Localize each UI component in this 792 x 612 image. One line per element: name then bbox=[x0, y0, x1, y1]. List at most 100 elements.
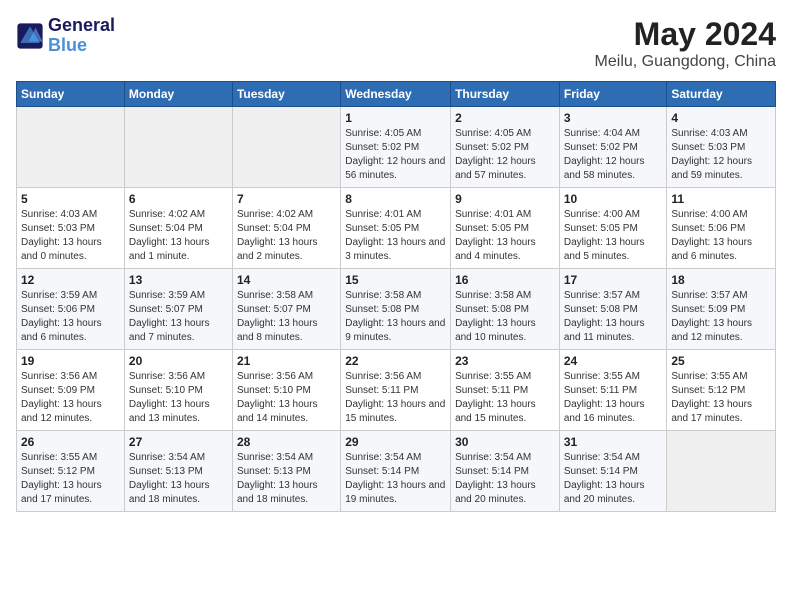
day-info: Sunrise: 3:55 AMSunset: 5:12 PMDaylight:… bbox=[21, 451, 120, 507]
day-info: Sunrise: 3:56 AMSunset: 5:09 PMDaylight:… bbox=[21, 370, 120, 426]
day-number: 14 bbox=[237, 273, 336, 287]
calendar-day-29: 29 Sunrise: 3:54 AMSunset: 5:14 PMDayligh… bbox=[341, 431, 451, 512]
calendar-day-22: 22 Sunrise: 3:56 AMSunset: 5:11 PMDayligh… bbox=[341, 350, 451, 431]
weekday-header-saturday: Saturday bbox=[667, 82, 776, 107]
calendar-day-24: 24 Sunrise: 3:55 AMSunset: 5:11 PMDayligh… bbox=[559, 350, 667, 431]
calendar-table: SundayMondayTuesdayWednesdayThursdayFrid… bbox=[16, 81, 776, 512]
day-info: Sunrise: 3:56 AMSunset: 5:10 PMDaylight:… bbox=[237, 370, 336, 426]
day-info: Sunrise: 3:54 AMSunset: 5:14 PMDaylight:… bbox=[345, 451, 446, 507]
day-number: 20 bbox=[129, 354, 228, 368]
weekday-header-wednesday: Wednesday bbox=[341, 82, 451, 107]
day-info: Sunrise: 3:55 AMSunset: 5:11 PMDaylight:… bbox=[455, 370, 555, 426]
calendar-day-18: 18 Sunrise: 3:57 AMSunset: 5:09 PMDayligh… bbox=[667, 269, 776, 350]
calendar-day-25: 25 Sunrise: 3:55 AMSunset: 5:12 PMDayligh… bbox=[667, 350, 776, 431]
weekday-header-friday: Friday bbox=[559, 82, 667, 107]
day-number: 19 bbox=[21, 354, 120, 368]
day-info: Sunrise: 3:57 AMSunset: 5:09 PMDaylight:… bbox=[671, 289, 771, 345]
weekday-header-sunday: Sunday bbox=[17, 82, 125, 107]
day-info: Sunrise: 3:56 AMSunset: 5:10 PMDaylight:… bbox=[129, 370, 228, 426]
calendar-day-5: 5Sunrise: 4:03 AMSunset: 5:03 PMDaylight… bbox=[17, 188, 125, 269]
day-info: Sunrise: 3:55 AMSunset: 5:11 PMDaylight:… bbox=[564, 370, 663, 426]
calendar-empty bbox=[232, 107, 340, 188]
calendar-day-3: 3 Sunrise: 4:04 AMSunset: 5:02 PMDaylight… bbox=[559, 107, 667, 188]
calendar-week-3: 12 Sunrise: 3:59 AMSunset: 5:06 PMDayligh… bbox=[17, 269, 776, 350]
calendar-day-9: 9 Sunrise: 4:01 AMSunset: 5:05 PMDaylight… bbox=[451, 188, 560, 269]
day-number: 24 bbox=[564, 354, 663, 368]
day-number: 18 bbox=[671, 273, 771, 287]
day-info: Sunrise: 4:01 AMSunset: 5:05 PMDaylight:… bbox=[455, 208, 555, 264]
day-number: 25 bbox=[671, 354, 771, 368]
logo: General Blue bbox=[16, 16, 115, 56]
day-info: Sunrise: 3:58 AMSunset: 5:08 PMDaylight:… bbox=[455, 289, 555, 345]
day-info: Sunrise: 4:00 AMSunset: 5:05 PMDaylight:… bbox=[564, 208, 663, 264]
day-number: 6 bbox=[129, 192, 228, 206]
calendar-day-1: 1Sunrise: 4:05 AMSunset: 5:02 PMDaylight… bbox=[341, 107, 451, 188]
day-number: 4 bbox=[671, 111, 771, 125]
calendar-day-23: 23 Sunrise: 3:55 AMSunset: 5:11 PMDayligh… bbox=[451, 350, 560, 431]
logo-text: General Blue bbox=[48, 16, 115, 56]
logo-icon bbox=[16, 22, 44, 50]
day-number: 22 bbox=[345, 354, 446, 368]
day-number: 8 bbox=[345, 192, 446, 206]
calendar-day-17: 17Sunrise: 3:57 AMSunset: 5:08 PMDayligh… bbox=[559, 269, 667, 350]
calendar-day-30: 30Sunrise: 3:54 AMSunset: 5:14 PMDayligh… bbox=[451, 431, 560, 512]
calendar-day-2: 2Sunrise: 4:05 AMSunset: 5:02 PMDaylight… bbox=[451, 107, 560, 188]
day-number: 31 bbox=[564, 435, 663, 449]
calendar-day-6: 6 Sunrise: 4:02 AMSunset: 5:04 PMDaylight… bbox=[124, 188, 232, 269]
calendar-day-10: 10Sunrise: 4:00 AMSunset: 5:05 PMDayligh… bbox=[559, 188, 667, 269]
calendar-day-28: 28Sunrise: 3:54 AMSunset: 5:13 PMDayligh… bbox=[232, 431, 340, 512]
day-info: Sunrise: 3:59 AMSunset: 5:07 PMDaylight:… bbox=[129, 289, 228, 345]
day-number: 16 bbox=[455, 273, 555, 287]
calendar-empty bbox=[124, 107, 232, 188]
calendar-day-12: 12 Sunrise: 3:59 AMSunset: 5:06 PMDayligh… bbox=[17, 269, 125, 350]
calendar-day-15: 15 Sunrise: 3:58 AMSunset: 5:08 PMDayligh… bbox=[341, 269, 451, 350]
day-info: Sunrise: 4:00 AMSunset: 5:06 PMDaylight:… bbox=[671, 208, 771, 264]
calendar-day-21: 21 Sunrise: 3:56 AMSunset: 5:10 PMDayligh… bbox=[232, 350, 340, 431]
day-number: 13 bbox=[129, 273, 228, 287]
day-info: Sunrise: 3:56 AMSunset: 5:11 PMDaylight:… bbox=[345, 370, 446, 426]
calendar-day-31: 31 Sunrise: 3:54 AMSunset: 5:14 PMDayligh… bbox=[559, 431, 667, 512]
calendar-day-13: 13 Sunrise: 3:59 AMSunset: 5:07 PMDayligh… bbox=[124, 269, 232, 350]
day-number: 27 bbox=[129, 435, 228, 449]
day-info: Sunrise: 4:03 AMSunset: 5:03 PMDaylight:… bbox=[671, 127, 771, 183]
calendar-day-27: 27 Sunrise: 3:54 AMSunset: 5:13 PMDayligh… bbox=[124, 431, 232, 512]
calendar-week-1: 1 Sunrise: 4:05 AMSunset: 5:02 PMDaylight… bbox=[17, 107, 776, 188]
day-info: Sunrise: 3:55 AMSunset: 5:12 PMDaylight:… bbox=[671, 370, 771, 426]
day-number: 5 bbox=[21, 192, 120, 206]
day-number: 17 bbox=[564, 273, 663, 287]
day-info: Sunrise: 3:54 AMSunset: 5:13 PMDaylight:… bbox=[237, 451, 336, 507]
day-info: Sunrise: 3:59 AMSunset: 5:06 PMDaylight:… bbox=[21, 289, 120, 345]
day-number: 29 bbox=[345, 435, 446, 449]
day-info: Sunrise: 3:54 AMSunset: 5:14 PMDaylight:… bbox=[564, 451, 663, 507]
location-title: Meilu, Guangdong, China bbox=[595, 53, 776, 71]
day-number: 23 bbox=[455, 354, 555, 368]
calendar-day-19: 19 Sunrise: 3:56 AMSunset: 5:09 PMDayligh… bbox=[17, 350, 125, 431]
calendar-day-4: 4 Sunrise: 4:03 AMSunset: 5:03 PMDaylight… bbox=[667, 107, 776, 188]
day-number: 11 bbox=[671, 192, 771, 206]
day-info: Sunrise: 3:54 AMSunset: 5:14 PMDaylight:… bbox=[455, 451, 555, 507]
day-info: Sunrise: 3:58 AMSunset: 5:07 PMDaylight:… bbox=[237, 289, 336, 345]
day-number: 12 bbox=[21, 273, 120, 287]
day-info: Sunrise: 4:02 AMSunset: 5:04 PMDaylight:… bbox=[129, 208, 228, 264]
day-number: 3 bbox=[564, 111, 663, 125]
day-info: Sunrise: 4:02 AMSunset: 5:04 PMDaylight:… bbox=[237, 208, 336, 264]
calendar-day-20: 20 Sunrise: 3:56 AMSunset: 5:10 PMDayligh… bbox=[124, 350, 232, 431]
day-number: 1 bbox=[345, 111, 446, 125]
calendar-day-26: 26Sunrise: 3:55 AMSunset: 5:12 PMDayligh… bbox=[17, 431, 125, 512]
day-info: Sunrise: 4:04 AMSunset: 5:02 PMDaylight:… bbox=[564, 127, 663, 183]
day-info: Sunrise: 4:05 AMSunset: 5:02 PMDaylight:… bbox=[455, 127, 555, 183]
calendar-week-2: 5Sunrise: 4:03 AMSunset: 5:03 PMDaylight… bbox=[17, 188, 776, 269]
calendar-day-8: 8 Sunrise: 4:01 AMSunset: 5:05 PMDaylight… bbox=[341, 188, 451, 269]
day-info: Sunrise: 3:58 AMSunset: 5:08 PMDaylight:… bbox=[345, 289, 446, 345]
page-header: General Blue May 2024 Meilu, Guangdong, … bbox=[16, 16, 776, 71]
day-info: Sunrise: 4:01 AMSunset: 5:05 PMDaylight:… bbox=[345, 208, 446, 264]
day-info: Sunrise: 3:54 AMSunset: 5:13 PMDaylight:… bbox=[129, 451, 228, 507]
day-number: 9 bbox=[455, 192, 555, 206]
calendar-empty bbox=[17, 107, 125, 188]
weekday-header-monday: Monday bbox=[124, 82, 232, 107]
calendar-day-11: 11 Sunrise: 4:00 AMSunset: 5:06 PMDayligh… bbox=[667, 188, 776, 269]
day-number: 21 bbox=[237, 354, 336, 368]
day-number: 15 bbox=[345, 273, 446, 287]
weekday-header-tuesday: Tuesday bbox=[232, 82, 340, 107]
day-number: 7 bbox=[237, 192, 336, 206]
